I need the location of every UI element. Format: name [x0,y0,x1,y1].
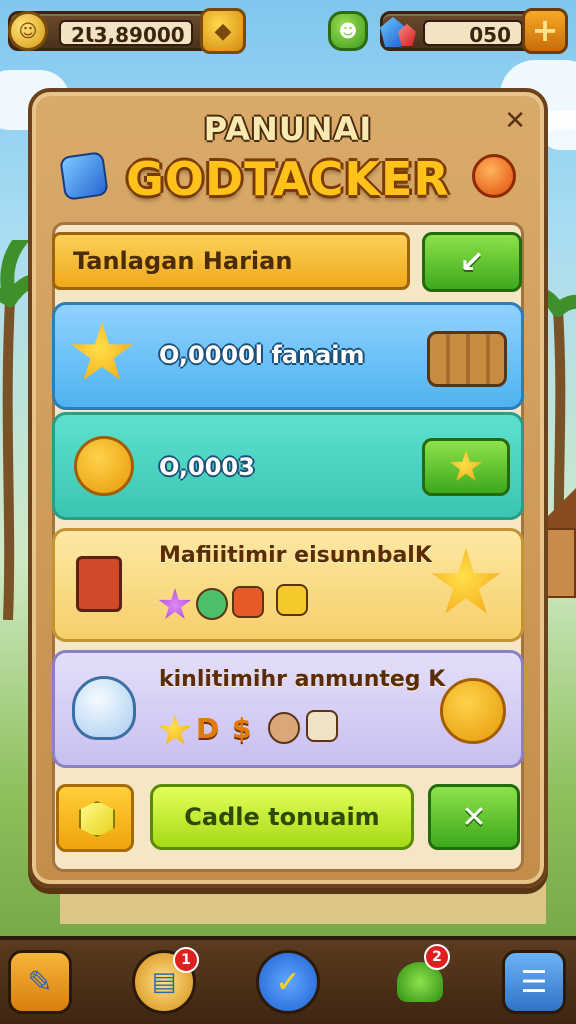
notes-icon: ▤ [151,967,177,997]
check-circle-icon: ✓ [275,964,301,1000]
tasks-badge: 1 [173,947,199,973]
green-ring-icon [196,588,228,620]
add-gems-button[interactable]: + [522,8,568,54]
fish-creature-icon [440,678,506,744]
gift-icon [232,586,264,618]
wood-logs-icon [427,331,507,387]
menu-icon: ☰ [520,964,548,1000]
letter-d-icon: D [196,712,220,745]
sun-orb-icon [472,154,516,198]
star-icon [449,450,483,481]
blue-block-icon [59,151,109,201]
bear-icon [268,712,300,744]
quest-2-star-button[interactable] [422,438,510,496]
panel-title: GODTACKER [126,152,450,206]
palm-tree-left [0,240,30,620]
top-bar: 2Ɩ3,89000 ☺ ◆ ☻ 050 + [8,8,568,54]
nav-shop-button[interactable]: 2 [388,944,452,1014]
quest-1-text: O,0000l fanaim [159,341,365,369]
arrow-icon: ↙ [459,244,485,280]
quest-2-text: O,0003 [159,453,255,481]
nav-tools-button[interactable]: ✎ [8,950,72,1014]
gold-amount: 2Ɩ3,89000 [59,20,193,47]
shop-badge: 2 [424,944,450,970]
pencil-ruler-icon: ✎ [27,964,53,1000]
panel-subtitle: PANUNAI [203,110,373,148]
nav-home-button[interactable]: ✓ [256,950,320,1014]
daily-tab[interactable]: Tanlagan Harian [52,232,410,290]
confirm-button[interactable]: ✕ [428,784,520,850]
frog-icon[interactable]: ☻ [328,11,368,51]
nav-menu-button[interactable]: ☰ [502,950,566,1014]
bottom-nav: ✎ ▤ 1 ✓ 2 ☰ [0,936,576,1024]
close-button[interactable]: ✕ [504,106,526,136]
cube-icon [276,584,308,616]
quest-4-text: kinlitimihr anmunteg K [159,667,446,692]
toy-box-icon [76,556,122,612]
check-icon: ✕ [461,799,487,835]
gem-amount: 050 [423,20,523,47]
collect-button[interactable]: Cadle tonuaim [150,784,414,850]
nav-tasks-button[interactable]: ▤ 1 [132,947,199,1014]
cube-button[interactable] [56,784,134,852]
cube-icon [79,801,115,837]
daily-claim-button[interactable]: ↙ [422,232,522,292]
dollar-icon: $ [232,712,252,745]
fish-creature-icon [74,436,134,496]
ghost-creature-icon [72,676,136,740]
scroll-icon [306,710,338,742]
coin-icon: ☺ [8,11,48,51]
quest-3-text: Mafiiitimir eisunnbalK [159,543,432,568]
gold-chest-button[interactable]: ◆ [200,8,246,54]
quest-card-1[interactable]: O,0000l fanaim [52,302,524,410]
